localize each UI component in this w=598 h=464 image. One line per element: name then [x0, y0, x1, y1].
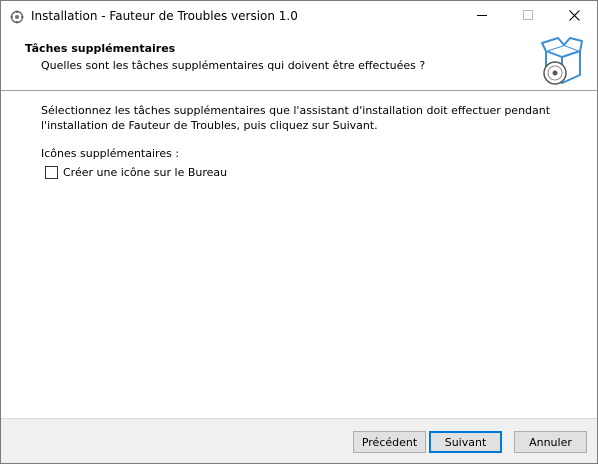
- app-icon: [10, 10, 24, 24]
- cancel-button[interactable]: Annuler: [514, 431, 587, 453]
- desktop-icon-checkbox[interactable]: [45, 166, 58, 179]
- close-icon: [568, 9, 580, 24]
- task-desktop-icon[interactable]: Créer une icône sur le Bureau: [45, 166, 227, 179]
- wizard-body: Sélectionnez les tâches supplémentaires …: [1, 91, 597, 418]
- title-bar[interactable]: Installation - Fauteur de Troubles versi…: [1, 1, 597, 32]
- maximize-icon: [523, 10, 533, 23]
- additional-icons-label: Icônes supplémentaires :: [41, 147, 180, 160]
- minimize-icon: [477, 10, 487, 23]
- minimize-button[interactable]: [459, 1, 505, 32]
- page-subtitle: Quelles sont les tâches supplémentaires …: [41, 59, 426, 72]
- page-title: Tâches supplémentaires: [25, 42, 176, 55]
- close-button[interactable]: [551, 1, 597, 32]
- window-title: Installation - Fauteur de Troubles versi…: [31, 9, 298, 23]
- installer-box-disc-icon: [540, 37, 584, 87]
- wizard-footer: Précédent Suivant Annuler: [1, 419, 597, 463]
- next-button[interactable]: Suivant: [429, 431, 502, 453]
- instructions-text: Sélectionnez les tâches supplémentaires …: [41, 104, 551, 132]
- installer-window: Installation - Fauteur de Troubles versi…: [0, 0, 598, 464]
- maximize-button[interactable]: [505, 1, 551, 32]
- back-button[interactable]: Précédent: [353, 431, 426, 453]
- desktop-icon-label[interactable]: Créer une icône sur le Bureau: [63, 166, 227, 179]
- wizard-header: Tâches supplémentaires Quelles sont les …: [1, 32, 597, 90]
